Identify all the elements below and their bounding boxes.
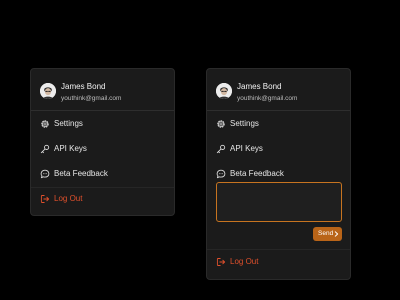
divider <box>31 187 174 188</box>
send-button-label: Send <box>318 230 334 237</box>
logout-icon <box>216 257 226 267</box>
menu-item-api-keys-label: API Keys <box>230 144 263 153</box>
profile-header: James Bond youthink@gmail.com <box>207 69 350 111</box>
key-icon <box>216 144 226 154</box>
avatar <box>40 83 56 99</box>
menu-item-api-keys[interactable]: API Keys <box>31 139 174 159</box>
account-menu-collapsed: James Bond youthink@gmail.com Settings A… <box>30 68 175 216</box>
divider <box>207 249 350 250</box>
menu-item-settings-label: Settings <box>54 119 83 128</box>
menu-item-settings[interactable]: Settings <box>207 114 350 134</box>
menu-item-beta-feedback-label: Beta Feedback <box>54 169 108 178</box>
feedback-textarea[interactable] <box>216 182 342 222</box>
profile-name: James Bond <box>237 82 282 91</box>
profile-email: youthink@gmail.com <box>61 95 122 102</box>
stage: James Bond youthink@gmail.com Settings A… <box>0 0 400 300</box>
chat-bubble-icon <box>216 169 226 179</box>
menu-item-beta-feedback[interactable]: Beta Feedback <box>31 164 174 184</box>
chat-bubble-icon <box>40 169 50 179</box>
profile-header: James Bond youthink@gmail.com <box>31 69 174 111</box>
menu-item-settings-label: Settings <box>230 119 259 128</box>
key-icon <box>40 144 50 154</box>
menu-item-api-keys-label: API Keys <box>54 144 87 153</box>
menu-item-logout[interactable]: Log Out <box>31 189 174 209</box>
logout-icon <box>40 194 50 204</box>
menu-item-beta-feedback[interactable]: Beta Feedback <box>207 164 350 184</box>
menu-item-logout-label: Log Out <box>54 194 83 203</box>
menu-item-api-keys[interactable]: API Keys <box>207 139 350 159</box>
menu-item-logout[interactable]: Log Out <box>207 252 350 272</box>
menu-item-settings[interactable]: Settings <box>31 114 174 134</box>
account-menu-expanded: James Bond youthink@gmail.com Settings A… <box>206 68 351 280</box>
profile-name: James Bond <box>61 82 106 91</box>
send-button[interactable]: Send <box>313 227 342 241</box>
menu-item-logout-label: Log Out <box>230 257 259 266</box>
gear-icon <box>216 119 226 129</box>
menu-item-beta-feedback-label: Beta Feedback <box>230 169 284 178</box>
chevron-right-icon <box>334 231 339 237</box>
avatar <box>216 83 232 99</box>
gear-icon <box>40 119 50 129</box>
profile-email: youthink@gmail.com <box>237 95 298 102</box>
